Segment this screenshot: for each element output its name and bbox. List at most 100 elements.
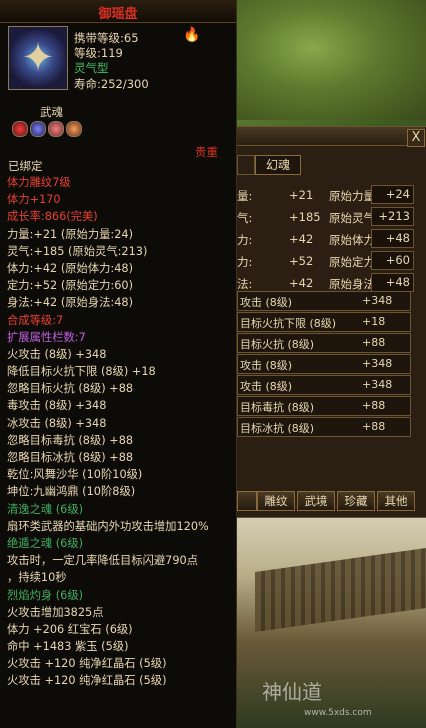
- effect-value: +348: [362, 294, 393, 307]
- attribute-line: 体力+170: [7, 193, 61, 207]
- effect-row: 目标火抗 (8级) +88: [237, 333, 411, 353]
- attribute-line: 攻击时，一定几率降低目标闪避790点: [7, 554, 199, 568]
- effect-value: +348: [362, 357, 393, 370]
- attribute-line: 合成等级:7: [7, 313, 64, 327]
- effect-name: 目标毒抗 (8级): [240, 401, 315, 414]
- effect-name: 目标冰抗 (8级): [240, 422, 315, 435]
- attribute-cell-c: 原始体力: [329, 233, 375, 247]
- item-type: 灵气型: [74, 61, 109, 75]
- effect-name: 目标火抗 (8级): [240, 338, 315, 351]
- gem-icon-pink[interactable]: [48, 121, 64, 137]
- diaowen-button[interactable]: 雕纹: [257, 491, 295, 511]
- attribute-line: 身法:+42 (原始身法:48): [7, 296, 134, 310]
- zhencang-button[interactable]: 珍藏: [337, 491, 375, 511]
- effect-value: +88: [362, 420, 386, 433]
- attribute-cell-b: +52: [289, 254, 314, 268]
- tab-huanhun[interactable]: 幻魂: [255, 155, 301, 175]
- tab-previous[interactable]: [237, 155, 255, 175]
- attribute-line: 体力 +206 红宝石 (6级): [7, 622, 133, 636]
- attribute-cell-d: +24: [371, 185, 414, 204]
- attribute-line: 扇环类武器的基础内外功攻击增加120%: [7, 519, 209, 533]
- effect-value: +88: [362, 336, 386, 349]
- attribute-cell-c: 原始力量: [329, 189, 375, 203]
- attribute-cell-a: 力:: [237, 255, 253, 269]
- attribute-line: 清逸之魂 (6级): [7, 502, 84, 516]
- item-level: 等级:119: [74, 46, 123, 60]
- bound-status: 已绑定: [8, 159, 43, 173]
- item-tooltip: 御瑶盘 ✦ 🔥 携带等级:65 等级:119 灵气型 寿命:252/300 武魂…: [0, 0, 237, 728]
- item-icon: ✦: [8, 26, 68, 90]
- gem-icon-blue[interactable]: [30, 121, 46, 137]
- attribute-lines: 体力雕纹7级 体力+170 成长率:866(完美) 力量:+21 (原始力量:24) 灵…: [7, 174, 235, 690]
- attribute-line: 火攻击 +120 纯净红晶石 (5级): [7, 674, 167, 688]
- attribute-cell-a: 法:: [237, 277, 253, 291]
- button-scroll-left[interactable]: [237, 491, 257, 511]
- attribute-line: 力量:+21 (原始力量:24): [7, 227, 134, 241]
- attribute-line: 火攻击 (8级) +348: [7, 347, 107, 361]
- attribute-line: 成长率:866(完美): [7, 210, 98, 224]
- attribute-line: 烈焰灼身 (6级): [7, 588, 84, 602]
- attribute-line: 绝遁之魂 (6级): [7, 536, 84, 550]
- attribute-line: 定力:+52 (原始定力:60): [7, 279, 134, 293]
- flame-icon: 🔥: [183, 27, 201, 43]
- panel-titlebar: [237, 127, 425, 146]
- scene-rock: [236, 0, 426, 120]
- attribute-line: 体力雕纹7级: [7, 176, 71, 189]
- attribute-line: 灵气:+185 (原始灵气:213): [7, 244, 148, 258]
- attribute-cell-b: +42: [289, 276, 314, 290]
- attribute-cell-d: +48: [371, 229, 414, 248]
- wuhun-label: 武魂: [40, 105, 63, 119]
- attribute-cell-a: 力:: [237, 233, 253, 247]
- pet-detail-panel: X 幻魂 量: +21 原始力量 +24 气: +185 原始灵气 +213 力: +42 原始体力…: [236, 126, 426, 518]
- attribute-line: 坤位:九幽鸿鼎 (10阶8级): [7, 485, 136, 499]
- attribute-cell-c: 原始定力: [329, 255, 375, 269]
- precious-tag: 贵重: [195, 145, 218, 159]
- attribute-line: 冰攻击 (8级) +348: [7, 416, 107, 430]
- attribute-cell-a: 量:: [237, 189, 253, 203]
- effect-value: +18: [362, 315, 386, 328]
- attribute-line: 毒攻击 (8级) +348: [7, 399, 107, 413]
- required-level: 携带等级:65: [74, 31, 139, 45]
- effect-row: 目标毒抗 (8级) +88: [237, 396, 411, 416]
- attribute-row: 力: +52 原始定力 +60: [237, 251, 425, 272]
- attribute-line: 命中 +1483 紫玉 (5级): [7, 640, 129, 654]
- attribute-cell-d: +48: [371, 273, 414, 292]
- item-lifespan: 寿命:252/300: [74, 77, 149, 91]
- watermark-url: www.5xds.com: [304, 708, 372, 718]
- attribute-line: 扩展属性栏数:7: [7, 330, 86, 344]
- attribute-line: 火攻击 +120 纯净红晶石 (5级): [7, 657, 167, 671]
- attribute-cell-b: +42: [289, 232, 314, 246]
- close-button[interactable]: X: [407, 129, 425, 147]
- effect-name: 攻击 (8级): [240, 380, 293, 393]
- attribute-line: 忽略目标毒抗 (8级) +88: [7, 433, 134, 447]
- attribute-cell-a: 气:: [237, 211, 253, 225]
- attribute-cell-c: 原始身法: [329, 277, 375, 291]
- effect-row: 攻击 (8级) +348: [237, 375, 411, 395]
- gem-icon-red[interactable]: [12, 121, 28, 137]
- effect-row: 目标火抗下限 (8级) +18: [237, 312, 411, 332]
- effect-value: +348: [362, 378, 393, 391]
- tooltip-header: 御瑶盘: [0, 0, 236, 23]
- attribute-row: 气: +185 原始灵气 +213: [237, 207, 425, 228]
- effect-name: 目标火抗下限 (8级): [240, 317, 337, 330]
- attribute-cell-c: 原始灵气: [329, 211, 375, 225]
- attribute-row: 量: +21 原始力量 +24: [237, 185, 425, 206]
- attribute-cell-b: +21: [289, 188, 314, 202]
- other-button[interactable]: 其他: [377, 491, 415, 511]
- effect-row: 目标冰抗 (8级) +88: [237, 417, 411, 437]
- item-title: 御瑶盘: [98, 7, 138, 22]
- attribute-cell-d: +213: [371, 207, 414, 226]
- attribute-line: 忽略目标冰抗 (8级) +88: [7, 451, 134, 464]
- attribute-line: 火攻击增加3825点: [7, 605, 104, 619]
- gem-icon-orange[interactable]: [66, 121, 82, 137]
- effect-name: 攻击 (8级): [240, 359, 293, 372]
- attribute-cell-d: +60: [371, 251, 414, 270]
- attribute-line: 降低目标火抗下限 (8级) +18: [7, 365, 156, 379]
- attribute-line: 体力:+42 (原始体力:48): [7, 261, 134, 275]
- wujing-button[interactable]: 武境: [297, 491, 335, 511]
- effect-name: 攻击 (8级): [240, 296, 293, 309]
- shuriken-icon: ✦: [21, 35, 55, 81]
- attribute-line: ，持续10秒: [7, 571, 67, 585]
- effect-row: 攻击 (8级) +348: [237, 354, 411, 374]
- watermark-logo: 神仙道: [262, 680, 322, 704]
